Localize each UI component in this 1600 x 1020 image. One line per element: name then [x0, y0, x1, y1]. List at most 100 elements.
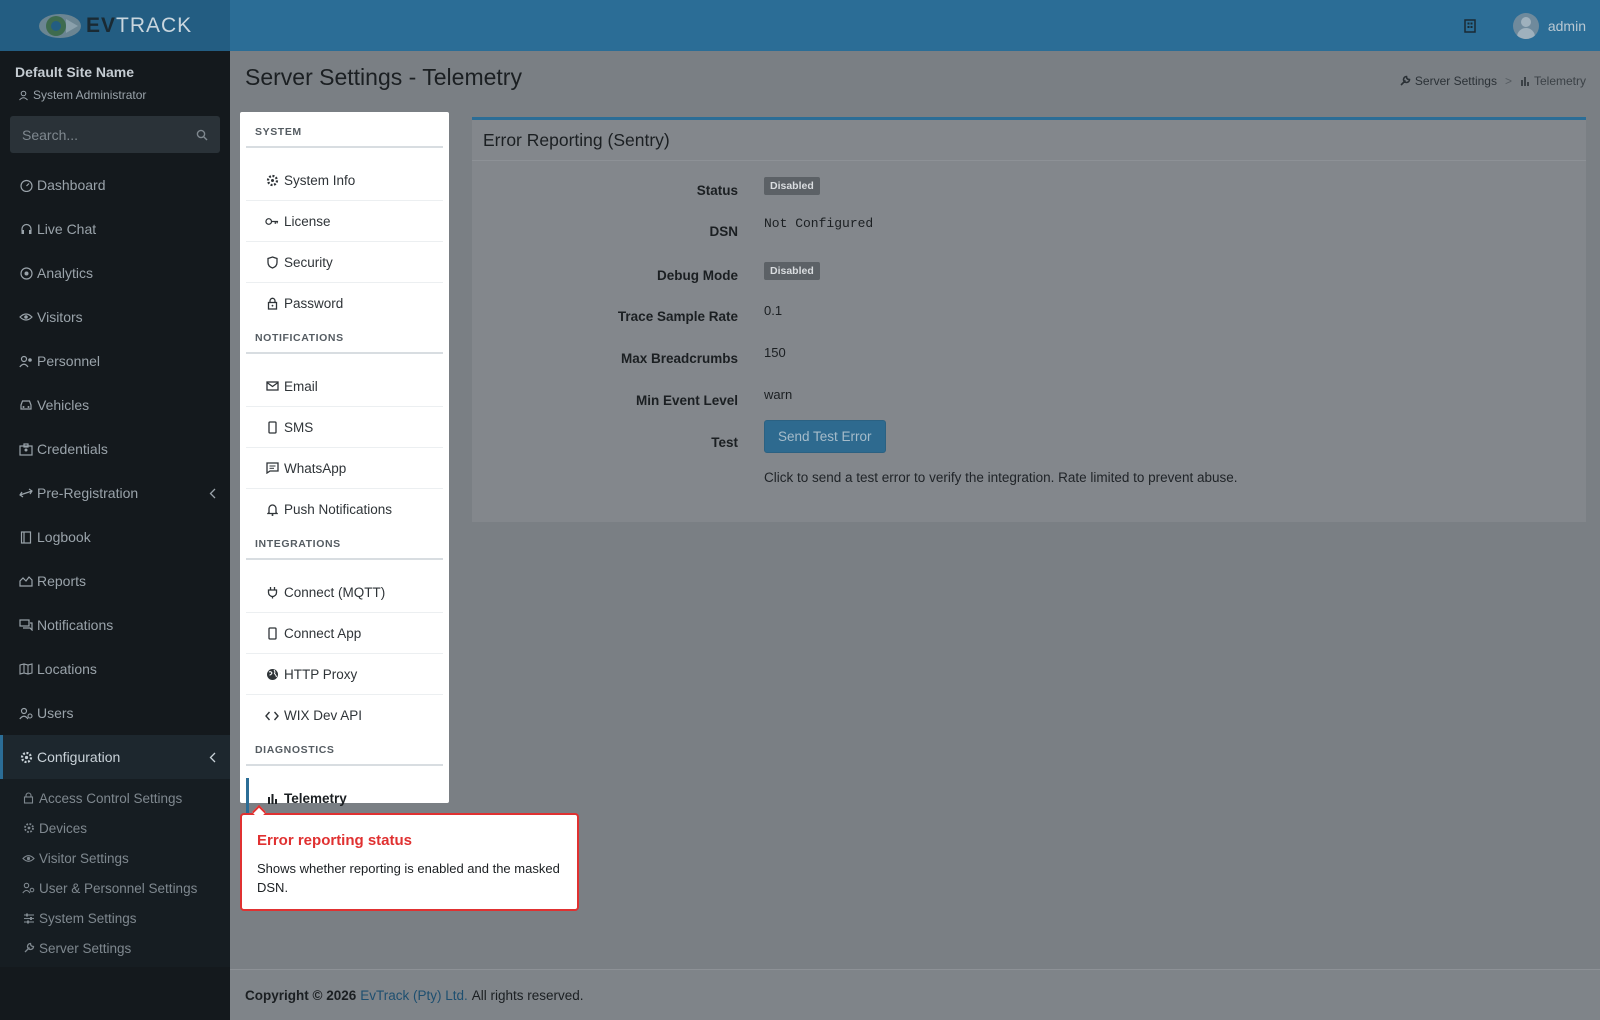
sidebar-item-analytics[interactable]: Analytics [0, 251, 230, 295]
gear-icon [19, 750, 33, 764]
sidebar-item-server-settings[interactable]: Server Settings [0, 933, 230, 963]
sidebar-item-vehicles[interactable]: Vehicles [0, 383, 230, 427]
wrench-icon [1399, 75, 1411, 87]
sidebar-item-pre-registration[interactable]: Pre-Registration [0, 471, 230, 515]
menu-section-integrations: INTEGRATIONS [246, 530, 443, 560]
sidebar-item-visitor-settings[interactable]: Visitor Settings [0, 843, 230, 873]
building-icon[interactable] [1461, 17, 1479, 35]
company-link[interactable]: EvTrack (Pty) Ltd. [360, 988, 468, 1003]
search-icon[interactable] [196, 129, 208, 141]
sidebar-item-locations[interactable]: Locations [0, 647, 230, 691]
sidebar-item-logbook[interactable]: Logbook [0, 515, 230, 559]
sidebar-item-visitors[interactable]: Visitors [0, 295, 230, 339]
user-gear-icon [19, 354, 33, 368]
max-breadcrumbs-row: Max Breadcrumbs 150 [472, 345, 1586, 375]
key-icon [265, 214, 279, 228]
sidebar-item-users[interactable]: Users [0, 691, 230, 735]
test-help-text: Click to send a test error to verify the… [764, 470, 1238, 485]
arrows-icon [19, 486, 33, 500]
sidebar-item-live-chat[interactable]: Live Chat [0, 207, 230, 251]
menu-item-system-info[interactable]: System Info [246, 160, 443, 201]
menu-item-connect-mqtt[interactable]: Connect (MQTT) [246, 572, 443, 613]
phone-icon [265, 626, 279, 640]
avatar[interactable] [1512, 12, 1539, 39]
debug-mode-label: Debug Mode [657, 268, 738, 283]
chart-area-icon [19, 574, 33, 588]
menu-item-license[interactable]: License [246, 201, 443, 242]
send-test-error-button[interactable]: Send Test Error [764, 420, 886, 453]
menu-section-diagnostics: DIAGNOSTICS [246, 736, 443, 766]
sidebar-item-system-settings[interactable]: System Settings [0, 903, 230, 933]
users-gear-icon [22, 882, 35, 895]
error-reporting-panel: Error Reporting (Sentry) Status Disabled… [472, 117, 1586, 522]
eye-icon [22, 852, 35, 865]
sidebar-item-devices[interactable]: Devices [0, 813, 230, 843]
lock-icon [22, 792, 35, 805]
target-icon [19, 266, 33, 280]
sidebar-item-notifications[interactable]: Notifications [0, 603, 230, 647]
tour-tooltip: Error reporting status Shows whether rep… [240, 813, 579, 911]
trace-sample-rate-row: Trace Sample Rate 0.1 [472, 303, 1586, 333]
wrench-icon [22, 942, 35, 955]
sidebar-item-credentials[interactable]: Credentials [0, 427, 230, 471]
brand-logo[interactable]: EVTRACK [0, 0, 230, 51]
status-row: Status Disabled [472, 177, 1586, 207]
status-label: Status [696, 183, 738, 198]
search-input[interactable] [22, 126, 172, 143]
chevron-left-icon[interactable] [209, 486, 216, 502]
menu-item-push-notifications[interactable]: Push Notifications [246, 489, 443, 530]
dsn-row: DSN Not Configured [472, 216, 1586, 248]
headset-icon [19, 222, 33, 236]
book-icon [19, 530, 33, 544]
dsn-value: Not Configured [764, 216, 874, 231]
chat-icon [19, 618, 33, 632]
chevron-left-icon[interactable] [209, 750, 216, 766]
menu-item-security[interactable]: Security [246, 242, 443, 283]
breadcrumb: Server Settings > Telemetry [1399, 74, 1586, 88]
breadcrumb-telemetry: Telemetry [1533, 74, 1586, 88]
menu-item-wix-dev-api[interactable]: WIX Dev API [246, 695, 443, 736]
menu-item-sms[interactable]: SMS [246, 407, 443, 448]
menu-section-notifications: NOTIFICATIONS [246, 324, 443, 354]
gear-icon [22, 822, 35, 835]
breadcrumb-server-settings[interactable]: Server Settings [1415, 74, 1497, 88]
user-name[interactable]: admin [1548, 18, 1586, 34]
map-icon [19, 662, 33, 676]
sidebar-item-personnel[interactable]: Personnel [0, 339, 230, 383]
evtrack-logo-icon [38, 10, 84, 42]
sidebar-item-configuration[interactable]: Configuration [0, 735, 230, 779]
min-event-level-value: warn [764, 387, 793, 402]
sidebar-item-access-control-settings[interactable]: Access Control Settings [0, 783, 230, 813]
menu-item-connect-app[interactable]: Connect App [246, 613, 443, 654]
settings-menu: SYSTEM System Info License Security Pass… [240, 112, 449, 822]
min-event-level-label: Min Event Level [635, 393, 738, 408]
menu-item-http-proxy[interactable]: HTTP Proxy [246, 654, 443, 695]
envelope-icon [265, 379, 279, 393]
sidebar-item-dashboard[interactable]: Dashboard [0, 163, 230, 207]
eye-icon [19, 310, 33, 324]
user-icon [19, 90, 28, 100]
site-name: Default Site Name [15, 64, 135, 80]
min-event-level-row: Min Event Level warn [472, 387, 1586, 417]
gear-icon [265, 173, 279, 187]
bar-chart-icon [1520, 76, 1530, 86]
users-gear-icon [19, 706, 33, 720]
sidebar-search[interactable] [10, 116, 220, 153]
status-badge: Disabled [764, 177, 820, 195]
menu-item-whatsapp[interactable]: WhatsApp [246, 448, 443, 489]
menu-item-email[interactable]: Email [246, 366, 443, 407]
top-header: EVTRACK admin [0, 0, 1600, 51]
configuration-submenu: Access Control Settings Devices Visitor … [0, 779, 230, 967]
lock-icon [265, 297, 279, 311]
sidebar-nav: Dashboard Live Chat Analytics Visitors P… [0, 163, 230, 967]
page-title: Server Settings - Telemetry [245, 64, 522, 90]
menu-item-password[interactable]: Password [246, 283, 443, 324]
sidebar-item-user-personnel-settings[interactable]: User & Personnel Settings [0, 873, 230, 903]
sidebar-item-reports[interactable]: Reports [0, 559, 230, 603]
menu-section-system: SYSTEM [246, 118, 443, 148]
copyright-text: Copyright © 2026 [245, 987, 357, 1003]
sliders-icon [22, 912, 35, 925]
gauge-icon [19, 178, 33, 192]
bar-chart-icon [265, 792, 279, 806]
sidebar: Default Site Name System Administrator D… [0, 51, 230, 1020]
